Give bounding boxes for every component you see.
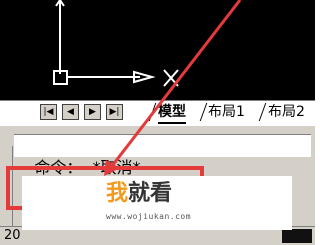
pointer-arrow (104, 0, 242, 176)
